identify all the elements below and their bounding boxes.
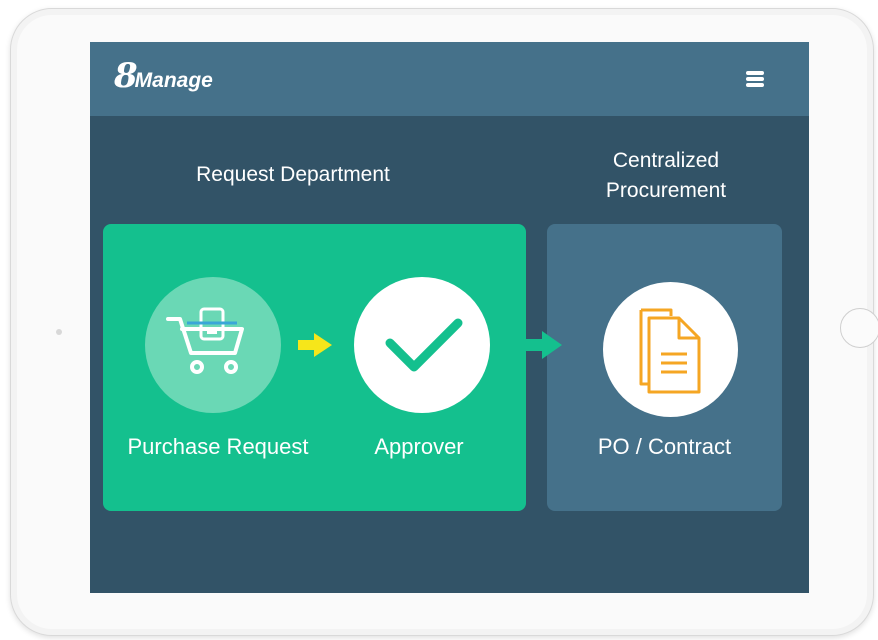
shopping-cart-icon — [166, 307, 244, 374]
purchase-request-label: Purchase Request — [127, 434, 309, 459]
approver-label: Approver — [374, 434, 464, 459]
checkmark-icon — [385, 318, 463, 372]
approver-node[interactable] — [354, 277, 490, 413]
arrow-right-icon — [298, 333, 332, 357]
brand-logo[interactable]: 8Manage — [114, 56, 213, 100]
po-contract-label: PO / Contract — [597, 434, 732, 459]
centralized-procurement-line2: Procurement — [605, 179, 727, 202]
document-icon — [639, 308, 701, 394]
tablet-home-button[interactable] — [840, 308, 878, 348]
arrow-right-icon — [524, 331, 562, 359]
hamburger-menu-icon[interactable] — [746, 71, 764, 87]
tablet-camera — [56, 329, 62, 335]
po-contract-node[interactable] — [603, 282, 738, 417]
logo-number: 8 — [114, 56, 138, 96]
request-department-heading: Request Department — [196, 163, 390, 186]
logo-word: Manage — [134, 69, 213, 92]
app-screen: 8Manage Request Department Centralized P… — [90, 42, 809, 593]
app-header: 8Manage — [90, 42, 809, 116]
centralized-procurement-heading: Centralized Procurement — [546, 146, 786, 206]
centralized-procurement-line1: Centralized — [612, 149, 720, 172]
purchase-request-node[interactable] — [145, 277, 281, 413]
